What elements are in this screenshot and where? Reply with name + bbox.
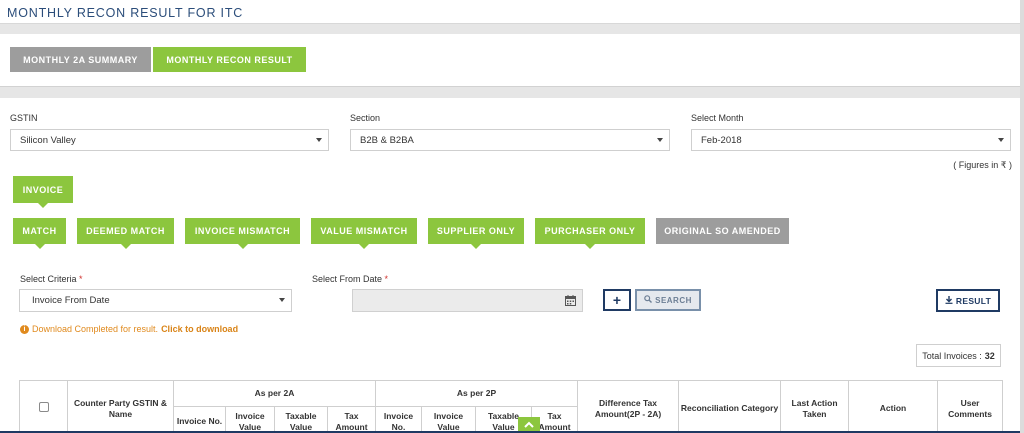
- original-so-amended-button[interactable]: ORIGINAL SO AMENDED: [656, 218, 789, 244]
- col-group-as-per-2a: As per 2A: [173, 380, 376, 407]
- gstin-label: GSTIN: [10, 113, 38, 123]
- purchaser-only-button-label: PURCHASER ONLY: [544, 226, 636, 236]
- supplier-only-button-label: SUPPLIER ONLY: [436, 226, 516, 236]
- col-2a-invoice-value[interactable]: Invoice Value: [225, 406, 275, 433]
- chevron-up-icon: [524, 420, 534, 431]
- criteria-value: Invoice From Date: [32, 295, 110, 306]
- page-title: MONTHLY RECON RESULT FOR ITC: [7, 6, 244, 20]
- figures-note: ( Figures in ₹ ): [953, 160, 1012, 170]
- select-all-checkbox[interactable]: [38, 402, 49, 412]
- col-2p-invoice-no[interactable]: Invoice No.: [375, 406, 422, 433]
- col-group-as-per-2p: As per 2P: [374, 380, 579, 407]
- month-select[interactable]: Feb-2018: [691, 129, 1011, 151]
- invoice-mismatch-button-label: INVOICE MISMATCH: [194, 226, 291, 236]
- calendar-icon[interactable]: [558, 290, 582, 311]
- chevron-down-icon: [998, 138, 1004, 142]
- col-2a-invoice-no[interactable]: Invoice No.: [173, 406, 226, 433]
- col-user-comments: User Comments: [937, 380, 1004, 433]
- deemed-match-button-label: DEEMED MATCH: [86, 226, 165, 236]
- section-value: B2B & B2BA: [360, 134, 414, 146]
- value-mismatch-button-label: VALUE MISMATCH: [320, 226, 408, 236]
- section-label: Section: [350, 113, 381, 123]
- col-2a-tax-amount[interactable]: Tax Amount: [327, 406, 376, 433]
- search-icon: [644, 295, 653, 305]
- required-mark: *: [79, 274, 83, 284]
- gstin-value: Silicon Valley: [20, 134, 76, 146]
- section-select[interactable]: B2B & B2BA: [350, 129, 670, 151]
- vertical-scrollbar[interactable]: [1020, 0, 1024, 433]
- page-header: MONTHLY RECON RESULT FOR ITC: [0, 0, 1020, 24]
- from-date-label: Select From Date *: [312, 274, 389, 284]
- search-button-label: SEARCH: [655, 295, 692, 305]
- purchaser-only-button[interactable]: PURCHASER ONLY: [535, 218, 645, 249]
- criteria-label: Select Criteria *: [20, 274, 83, 284]
- search-button[interactable]: SEARCH: [635, 289, 701, 311]
- supplier-only-button[interactable]: SUPPLIER ONLY: [428, 218, 524, 249]
- col-last-action[interactable]: Last Action Taken: [780, 380, 850, 433]
- tab-monthly-recon-result[interactable]: MONTHLY RECON RESULT: [153, 47, 306, 72]
- info-icon: i: [20, 324, 29, 334]
- col-counter-party[interactable]: Counter Party GSTIN & Name: [67, 380, 174, 433]
- col-difference-tax[interactable]: Difference Tax Amount(2P - 2A): [577, 380, 680, 433]
- total-invoices-label: Total Invoices :: [922, 350, 982, 361]
- criteria-select[interactable]: Invoice From Date: [19, 289, 292, 312]
- col-2a-taxable-value[interactable]: Taxable Value: [274, 406, 328, 433]
- from-date-input[interactable]: [352, 289, 583, 312]
- download-status-message: i Download Completed for result. Click t…: [20, 324, 238, 334]
- download-icon: [945, 295, 953, 306]
- chevron-down-icon: [279, 298, 285, 302]
- gstin-select[interactable]: Silicon Valley: [10, 129, 329, 151]
- chevron-down-icon: [316, 138, 322, 142]
- total-invoices-count: 32: [984, 350, 995, 361]
- select-all-cell: [19, 380, 68, 433]
- download-status-text: Download Completed for result.: [32, 324, 159, 334]
- month-value: Feb-2018: [701, 134, 742, 146]
- match-button[interactable]: MATCH: [13, 218, 66, 249]
- add-criteria-button[interactable]: +: [603, 289, 631, 311]
- col-2p-invoice-value[interactable]: Invoice Value: [421, 406, 476, 433]
- value-mismatch-button[interactable]: VALUE MISMATCH: [311, 218, 417, 249]
- result-button-label: RESULT: [955, 295, 992, 306]
- total-invoices-box: Total Invoices : 32: [916, 344, 1001, 367]
- tab-bar: MONTHLY 2A SUMMARY MONTHLY RECON RESULT: [0, 34, 1020, 87]
- chevron-down-icon: [657, 138, 663, 142]
- tab-monthly-2a-summary[interactable]: MONTHLY 2A SUMMARY: [10, 47, 151, 72]
- click-to-download-link[interactable]: Click to download: [161, 324, 238, 334]
- match-button-label: MATCH: [22, 226, 57, 236]
- recon-results-table: Counter Party GSTIN & Name As per 2A As …: [19, 380, 1004, 433]
- invoice-button-label: INVOICE: [22, 184, 64, 195]
- col-recon-category[interactable]: Reconciliation Category: [678, 380, 782, 433]
- deemed-match-button[interactable]: DEEMED MATCH: [77, 218, 174, 249]
- invoice-mismatch-button[interactable]: INVOICE MISMATCH: [185, 218, 300, 249]
- required-mark: *: [384, 274, 389, 284]
- month-label: Select Month: [691, 113, 744, 123]
- result-download-button[interactable]: RESULT: [936, 289, 1000, 312]
- col-action: Action: [848, 380, 939, 433]
- invoice-button[interactable]: INVOICE: [13, 176, 73, 208]
